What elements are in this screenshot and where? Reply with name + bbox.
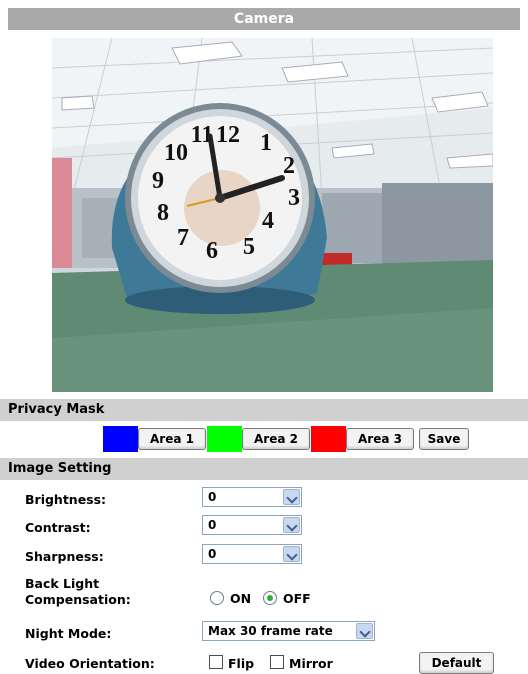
contrast-select[interactable]: 0 [202,515,302,535]
area-2-button[interactable]: Area 2 [242,428,310,450]
backlight-off-radio[interactable] [263,591,277,605]
clock-number: 4 [262,208,274,234]
area-3-button[interactable]: Area 3 [346,428,414,450]
night-mode-select[interactable]: Max 30 frame rate [202,621,375,641]
chevron-down-icon [283,517,300,533]
brightness-label: Brightness: [25,492,107,507]
sharpness-label: Sharpness: [25,549,104,564]
clock-number: 10 [164,140,188,166]
backlight-on-radio[interactable] [210,591,224,605]
privacy-mask-header: Privacy Mask [0,399,528,421]
backlight-label: Back Light Compensation: [25,576,131,608]
flip-label: Flip [228,656,255,671]
sharpness-select[interactable]: 0 [202,544,302,564]
backlight-label-line2: Compensation: [25,592,131,607]
clock-number: 9 [152,168,164,194]
clock-number: 1 [260,130,272,156]
area-2-color-swatch [207,426,242,452]
camera-header: Camera [8,8,520,30]
area-3-color-swatch [311,426,346,452]
camera-preview: 12 1 2 3 4 5 6 7 8 9 10 11 [52,38,493,392]
mirror-label: Mirror [289,656,333,671]
camera-image: 12 1 2 3 4 5 6 7 8 9 10 11 [52,38,493,392]
video-orientation-label: Video Orientation: [25,656,155,671]
mirror-checkbox[interactable] [270,655,284,669]
backlight-label-line1: Back Light [25,576,100,591]
clock-number: 7 [177,225,189,251]
backlight-off-label: OFF [283,591,311,606]
flip-checkbox[interactable] [209,655,223,669]
clock-number: 2 [283,153,295,179]
area-1-button[interactable]: Area 1 [138,428,206,450]
clock-number: 5 [243,234,255,260]
brightness-value: 0 [208,490,217,504]
default-button[interactable]: Default [419,652,494,674]
save-button[interactable]: Save [419,428,469,450]
chevron-down-icon [283,489,300,505]
image-setting-header: Image Setting [0,458,528,480]
contrast-value: 0 [208,518,217,532]
area-1-color-swatch [103,426,138,452]
clock-number: 3 [288,185,300,211]
sharpness-value: 0 [208,547,217,561]
clock-number: 6 [206,238,218,264]
night-mode-value: Max 30 frame rate [208,624,333,638]
chevron-down-icon [283,546,300,562]
clock-number: 8 [157,200,169,226]
contrast-label: Contrast: [25,520,91,535]
chevron-down-icon [356,623,373,639]
clock-number: 12 [216,122,240,148]
night-mode-label: Night Mode: [25,626,112,641]
brightness-select[interactable]: 0 [202,487,302,507]
backlight-on-label: ON [230,591,252,606]
